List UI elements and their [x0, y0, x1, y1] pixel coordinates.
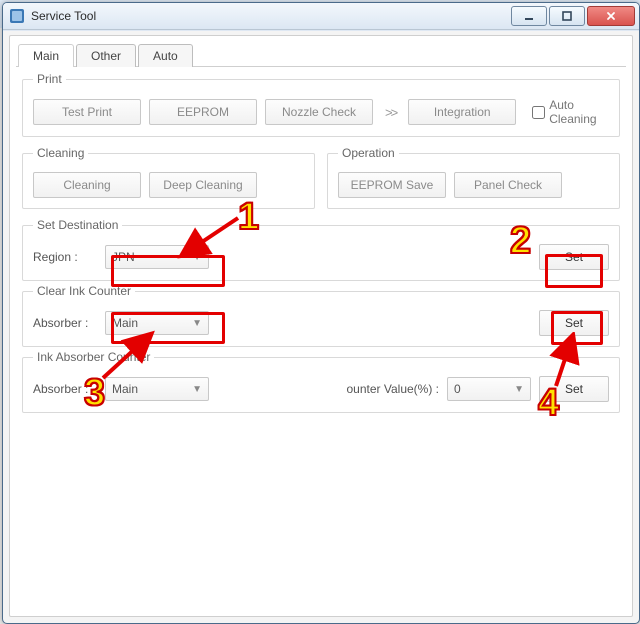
clear-ink-absorber-value: Main — [112, 316, 138, 330]
chevron-down-icon: ▼ — [192, 384, 202, 395]
chevron-down-icon: ▼ — [514, 384, 524, 395]
set-destination-set-button[interactable]: Set — [539, 244, 609, 270]
group-print-legend: Print — [33, 72, 66, 86]
clear-ink-absorber-label: Absorber : — [33, 316, 97, 330]
tab-strip: Main Other Auto — [10, 36, 632, 66]
ink-absorber-label: Absorber : — [33, 382, 97, 396]
tab-other[interactable]: Other — [76, 44, 136, 67]
window-title: Service Tool — [31, 9, 511, 23]
ink-absorber-combo[interactable]: Main ▼ — [105, 377, 209, 401]
auto-cleaning-checkbox[interactable]: Auto Cleaning — [532, 98, 609, 126]
group-operation-legend: Operation — [338, 146, 399, 160]
group-clear-ink: Clear Ink Counter Absorber : Main ▼ Set — [22, 291, 620, 347]
group-operation: Operation EEPROM Save Panel Check — [327, 153, 620, 209]
more-icon: >> — [381, 105, 400, 120]
minimize-button[interactable] — [511, 6, 547, 26]
group-ink-absorber: Ink Absorber Counter Absorber : Main ▼ o… — [22, 357, 620, 413]
auto-cleaning-label: Auto Cleaning — [549, 98, 609, 126]
group-clear-ink-legend: Clear Ink Counter — [33, 284, 135, 298]
eeprom-button[interactable]: EEPROM — [149, 99, 257, 125]
group-print: Print Test Print EEPROM Nozzle Check >> … — [22, 79, 620, 137]
ink-absorber-value: Main — [112, 382, 138, 396]
tab-main[interactable]: Main — [18, 44, 74, 67]
region-label: Region : — [33, 250, 97, 264]
app-icon — [9, 8, 25, 24]
counter-value-label: ounter Value(%) : — [347, 382, 440, 396]
panel-check-button[interactable]: Panel Check — [454, 172, 562, 198]
test-print-button[interactable]: Test Print — [33, 99, 141, 125]
clear-ink-absorber-combo[interactable]: Main ▼ — [105, 311, 209, 335]
group-set-destination-legend: Set Destination — [33, 218, 122, 232]
counter-value-combo[interactable]: 0 ▼ — [447, 377, 531, 401]
chevron-down-icon: ▼ — [192, 318, 202, 329]
group-set-destination: Set Destination Region : JPN ▼ Set — [22, 225, 620, 281]
group-cleaning-legend: Cleaning — [33, 146, 88, 160]
counter-value: 0 — [454, 382, 461, 396]
group-cleaning: Cleaning Cleaning Deep Cleaning — [22, 153, 315, 209]
integration-button[interactable]: Integration — [408, 99, 516, 125]
deep-cleaning-button[interactable]: Deep Cleaning — [149, 172, 257, 198]
client-area: Main Other Auto Print Test Print EEPROM … — [9, 35, 633, 617]
close-button[interactable] — [587, 6, 635, 26]
chevron-down-icon: ▼ — [192, 252, 202, 263]
ink-absorber-set-button[interactable]: Set — [539, 376, 609, 402]
nozzle-check-button[interactable]: Nozzle Check — [265, 99, 373, 125]
tab-auto[interactable]: Auto — [138, 44, 193, 67]
cleaning-button[interactable]: Cleaning — [33, 172, 141, 198]
region-value: JPN — [112, 250, 135, 264]
window-buttons — [511, 6, 635, 26]
tab-page-main: Print Test Print EEPROM Nozzle Check >> … — [16, 66, 626, 429]
app-window: Service Tool Main Other Auto — [2, 2, 640, 624]
clear-ink-set-button[interactable]: Set — [539, 310, 609, 336]
group-ink-absorber-legend: Ink Absorber Counter — [33, 350, 154, 364]
region-combo[interactable]: JPN ▼ — [105, 245, 209, 269]
maximize-button[interactable] — [549, 6, 585, 26]
auto-cleaning-input[interactable] — [532, 106, 545, 119]
eeprom-save-button[interactable]: EEPROM Save — [338, 172, 446, 198]
titlebar: Service Tool — [3, 3, 639, 30]
